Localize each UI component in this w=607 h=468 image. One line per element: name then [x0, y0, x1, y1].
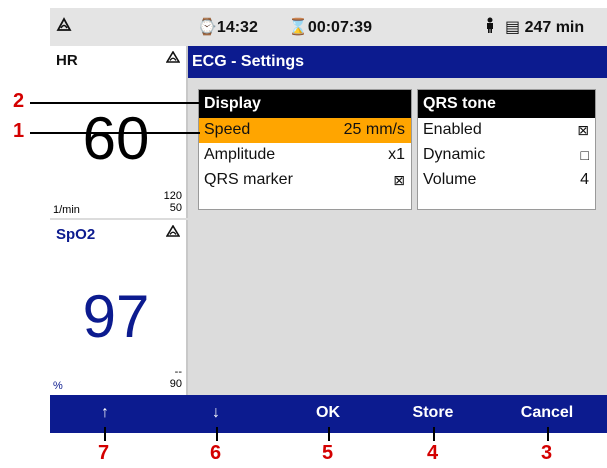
callout-line-6	[216, 427, 218, 441]
setting-label: Speed	[204, 121, 251, 138]
setting-row-qrs-marker[interactable]: QRS marker ⊠	[199, 168, 411, 193]
alarm-icon	[165, 50, 181, 66]
spo2-lower-limit: 90	[169, 378, 182, 390]
setting-label: QRS marker	[204, 171, 293, 188]
setting-value: x1	[388, 146, 405, 163]
callout-7: 7	[98, 442, 110, 464]
callout-6: 6	[210, 442, 222, 464]
settings-title-bar: ECG - Settings	[188, 46, 607, 78]
setting-row-dynamic[interactable]: Dynamic □	[418, 143, 595, 168]
spo2-label: SpO2	[56, 226, 96, 243]
cancel-button[interactable]: Cancel	[521, 404, 573, 422]
checkbox-checked-icon[interactable]: ⊠	[577, 122, 589, 139]
callout-line-7	[104, 427, 106, 441]
callout-line-2	[30, 102, 200, 104]
person-icon	[485, 17, 495, 38]
callout-1: 1	[13, 120, 25, 142]
table-header: QRS tone	[418, 90, 595, 118]
store-button[interactable]: Store	[413, 404, 454, 422]
callout-4: 4	[427, 442, 439, 464]
callout-5: 5	[322, 442, 334, 464]
setting-value: 25 mm/s	[343, 121, 405, 138]
setting-label: Volume	[423, 171, 477, 188]
spo2-unit: %	[53, 380, 63, 392]
callout-line-4	[433, 427, 435, 441]
hr-label: HR	[56, 52, 78, 69]
alarm-icon	[165, 224, 181, 240]
callout-2: 2	[13, 90, 25, 112]
spo2-panel[interactable]: SpO2 97 % -- 90	[50, 220, 188, 395]
spo2-value: 97	[82, 283, 150, 350]
status-bar: ⌚14:32 ⌛00:07:39 ▤ 247 min	[50, 8, 607, 46]
callout-3: 3	[541, 442, 553, 464]
display-settings-table: Display Speed 25 mm/s Amplitude x1 QRS m…	[198, 89, 412, 210]
setting-label: Dynamic	[423, 146, 486, 163]
table-header-label: QRS tone	[423, 95, 496, 112]
callout-line-1	[30, 132, 200, 134]
setting-label: Enabled	[423, 121, 482, 138]
up-arrow-button[interactable]: ↑	[101, 404, 109, 422]
table-header-label: Display	[204, 95, 261, 112]
setting-row-speed[interactable]: Speed 25 mm/s	[199, 118, 411, 143]
setting-label: Amplitude	[204, 146, 276, 163]
callout-line-3	[547, 427, 549, 441]
elapsed-timer: ⌛00:07:39	[288, 19, 372, 36]
hr-value: 60	[82, 105, 150, 172]
ok-button[interactable]: OK	[316, 404, 340, 422]
checkbox-unchecked-icon[interactable]: □	[581, 147, 589, 163]
bell-off-icon	[56, 17, 72, 36]
setting-row-volume[interactable]: Volume 4	[418, 168, 595, 193]
setting-row-amplitude[interactable]: Amplitude x1	[199, 143, 411, 168]
battery-remaining: ▤ 247 min	[505, 19, 585, 36]
spo2-upper-limit: --	[174, 366, 182, 378]
page-title: ECG - Settings	[192, 53, 305, 70]
hr-upper-limit: 120	[163, 190, 182, 202]
table-header: Display	[199, 90, 411, 118]
checkbox-checked-icon[interactable]: ⊠	[393, 172, 405, 189]
qrs-tone-table: QRS tone Enabled ⊠ Dynamic □ Volume 4	[417, 89, 596, 210]
setting-row-enabled[interactable]: Enabled ⊠	[418, 118, 595, 143]
down-arrow-button[interactable]: ↓	[212, 404, 220, 422]
setting-value: 4	[580, 171, 589, 188]
hr-lower-limit: 50	[169, 202, 182, 214]
callout-line-5	[328, 427, 330, 441]
hr-unit: 1/min	[53, 204, 80, 216]
clock-time: ⌚14:32	[197, 19, 258, 36]
